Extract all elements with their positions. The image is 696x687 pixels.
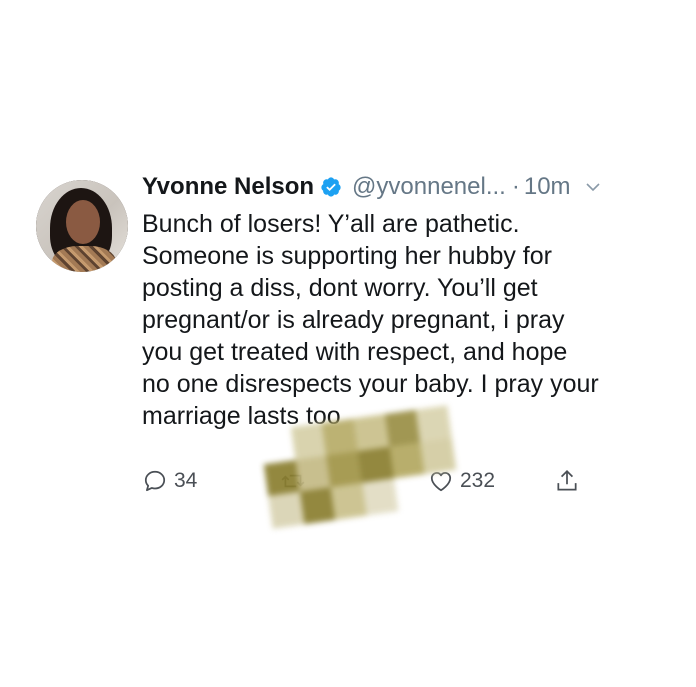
tweet-line: Bunch of losers! Y’all are pathetic.: [142, 210, 520, 238]
tweet-line: no one disrespects your baby. I pray you…: [142, 370, 599, 398]
share-icon: [557, 470, 577, 491]
reply-icon: [144, 470, 166, 492]
display-name[interactable]: Yvonne Nelson: [142, 173, 314, 201]
tweet-line: Someone is supporting her hubby for: [142, 242, 552, 270]
verified-badge-icon: [320, 176, 342, 198]
tweet-line: you get treated with respect, and hope: [142, 338, 568, 366]
tweet-line: posting a diss, dont worry. You’ll get: [142, 274, 538, 302]
separator: ·: [511, 173, 520, 200]
handle[interactable]: @yvonnenel...: [352, 173, 506, 201]
chevron-down-icon[interactable]: [585, 179, 601, 195]
reply-count: 34: [174, 469, 198, 492]
tweet-header: Yvonne Nelson @yvonnenel... · 10m: [142, 168, 662, 206]
avatar[interactable]: [36, 180, 128, 272]
tweet-content: Yvonne Nelson @yvonnenel... · 10m Bunch …: [142, 168, 662, 492]
share-button[interactable]: [554, 468, 586, 494]
tweet-text: Bunch of losers! Y’all are pathetic. Som…: [142, 208, 662, 432]
reply-button[interactable]: 34: [142, 468, 197, 494]
like-count: 232: [460, 469, 496, 492]
tweet-line: pregnant/or is already pregnant, i pray: [142, 306, 565, 334]
timestamp[interactable]: 10m: [524, 173, 571, 201]
